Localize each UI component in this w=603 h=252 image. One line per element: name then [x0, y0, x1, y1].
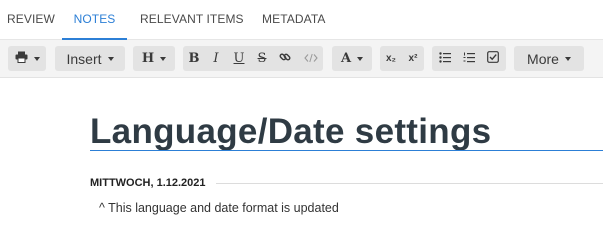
code-button[interactable]: [299, 46, 323, 71]
tab-bar: REVIEW NOTES RELEVANT ITEMS METADATA: [0, 0, 603, 40]
chevron-down-icon: [160, 56, 167, 61]
numbered-list-button[interactable]: [458, 46, 480, 71]
tab-review[interactable]: REVIEW: [7, 0, 55, 40]
title-underline: [90, 150, 603, 151]
superscript-button[interactable]: x²: [402, 46, 424, 71]
print-button[interactable]: [8, 46, 46, 71]
note-body-text[interactable]: ^ This language and date format is updat…: [99, 201, 339, 215]
more-dropdown[interactable]: More: [514, 46, 584, 71]
numbered-list-icon: [463, 50, 475, 68]
note-editor[interactable]: Language/Date settings MITTWOCH, 1.12.20…: [0, 79, 603, 252]
more-label: More: [527, 50, 559, 67]
bold-button[interactable]: B: [183, 46, 205, 71]
note-date: MITTWOCH, 1.12.2021: [90, 177, 206, 189]
tab-notes[interactable]: NOTES: [62, 0, 127, 40]
strikethrough-button[interactable]: S: [251, 46, 273, 71]
tab-relevant-items[interactable]: RELEVANT ITEMS: [140, 0, 244, 40]
format-group: B I U S: [183, 46, 323, 71]
font-color-dropdown[interactable]: A: [332, 46, 372, 71]
date-divider: [216, 183, 603, 184]
italic-button[interactable]: I: [205, 46, 227, 71]
chevron-down-icon: [564, 56, 571, 61]
link-icon: [279, 50, 291, 68]
link-button[interactable]: [274, 46, 296, 71]
bullet-list-button[interactable]: [434, 46, 456, 71]
chevron-down-icon: [33, 56, 40, 61]
printer-icon: [15, 50, 28, 68]
chevron-down-icon: [357, 56, 364, 61]
list-group: [432, 46, 506, 71]
code-icon: [304, 50, 318, 68]
font-color-label: A: [340, 51, 352, 66]
insert-dropdown[interactable]: Insert: [55, 46, 125, 71]
underline-button[interactable]: U: [228, 46, 250, 71]
editor-toolbar: Insert H B I U S A x₂ x² More: [0, 40, 603, 78]
heading-dropdown[interactable]: H: [133, 46, 175, 71]
note-title[interactable]: Language/Date settings: [90, 112, 603, 152]
chevron-down-icon: [107, 56, 114, 61]
bullet-list-icon: [439, 50, 451, 68]
checklist-icon: [487, 50, 499, 68]
script-group: x₂ x²: [380, 46, 424, 71]
heading-label: H: [141, 51, 155, 66]
subscript-button[interactable]: x₂: [380, 46, 402, 71]
insert-label: Insert: [66, 50, 102, 67]
checklist-button[interactable]: [482, 46, 504, 71]
tab-metadata[interactable]: METADATA: [262, 0, 325, 40]
